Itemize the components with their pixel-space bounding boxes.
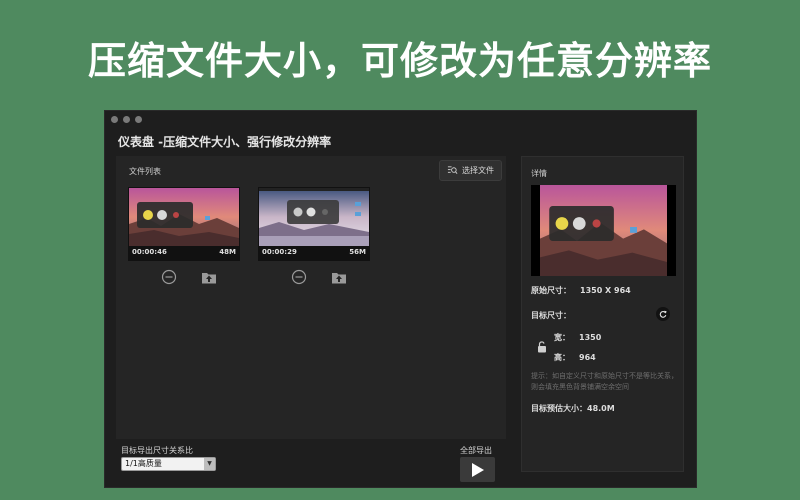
details-title: 详情 [531,169,547,178]
file-card[interactable]: 00:00:29 56M [258,187,370,261]
original-size-label: 原始尺寸： [531,286,571,295]
video-thumbnail-image [129,188,239,246]
details-panel: 详情 原始尺寸： 1350 X 964 目标尺寸： 宽： 1350 高： 964… [521,156,684,472]
export-ratio-value: 1/1高质量 [125,459,162,468]
height-value[interactable]: 964 [579,353,596,362]
width-value[interactable]: 1350 [579,333,601,342]
refresh-icon [659,310,667,318]
zoom-window-button[interactable] [135,116,142,123]
export-all-label: 全部导出 [460,446,492,455]
export-all-button[interactable] [460,457,495,482]
size-hint-text: 提示：如自定义尺寸和原始尺寸不是等比关系，则会填充黑色背景铺满空余空间 [531,372,678,391]
minimize-window-button[interactable] [123,116,130,123]
upload-folder-icon[interactable] [331,269,347,285]
window-title: 仪表盘 -压缩文件大小、强行修改分辨率 [118,135,332,149]
file-list-panel: 文件列表 选择文件 00:00:46 48M 00:00:29 56M [116,156,506,439]
video-thumbnail-image [259,188,369,246]
preview-image [540,185,667,276]
reset-size-button[interactable] [656,307,670,321]
file-duration: 00:00:46 [132,248,167,256]
upload-folder-icon[interactable] [201,269,217,285]
width-label: 宽： [554,333,570,342]
select-file-button[interactable]: 选择文件 [439,160,502,181]
export-ratio-select[interactable]: 1/1高质量 ▼ [121,457,216,471]
original-size-value: 1350 X 964 [580,286,631,295]
close-window-button[interactable] [111,116,118,123]
chevron-down-icon: ▼ [204,458,215,470]
export-ratio-label: 目标导出尺寸关系比 [121,446,193,455]
file-card[interactable]: 00:00:46 48M [128,187,240,261]
file-size: 56M [349,248,366,256]
preview-frame [531,185,676,276]
file-duration: 00:00:29 [262,248,297,256]
remove-circle-icon[interactable] [161,269,177,285]
unlock-icon[interactable] [537,341,548,353]
file-list-label: 文件列表 [129,167,161,176]
select-file-label: 选择文件 [462,166,494,175]
file-search-icon [447,166,458,174]
promo-banner-title: 压缩文件大小，可修改为任意分辨率 [87,39,712,83]
window-controls [111,116,142,123]
target-size-label: 目标尺寸： [531,311,571,320]
estimated-size-label: 目标预估大小： [531,404,587,413]
app-window: 仪表盘 -压缩文件大小、强行修改分辨率 文件列表 选择文件 00:00:46 4… [104,110,697,488]
play-icon [471,462,484,477]
file-size: 48M [219,248,236,256]
remove-circle-icon[interactable] [291,269,307,285]
estimated-size-value: 48.0M [587,404,615,413]
height-label: 高： [554,353,570,362]
